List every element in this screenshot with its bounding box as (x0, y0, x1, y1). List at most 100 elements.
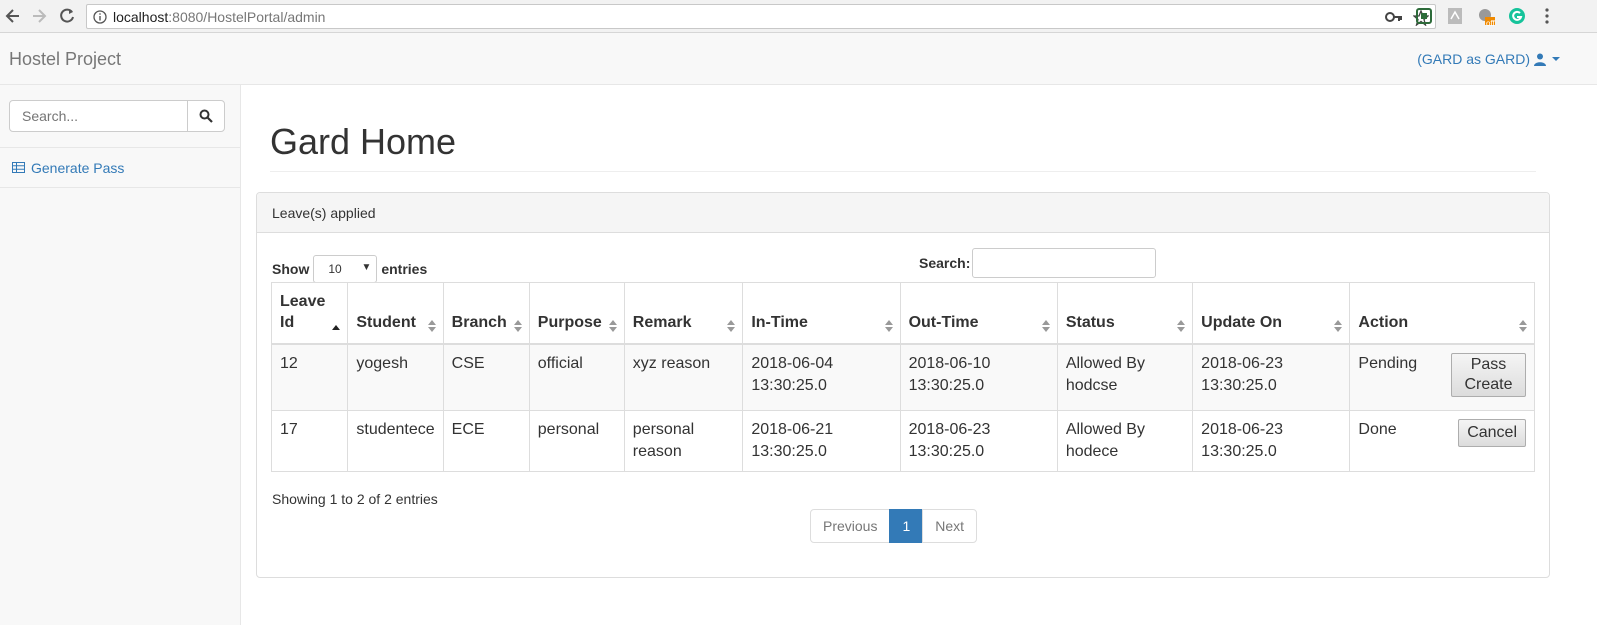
column-header-label: Status (1065, 314, 1115, 331)
browser-menu-icon[interactable] (1538, 7, 1556, 25)
sort-both-icon (1334, 320, 1343, 332)
column-header-label: In-Time (751, 314, 808, 331)
user-dropdown[interactable]: (GARD as GARD) (1417, 51, 1562, 67)
search-icon (199, 109, 213, 123)
page-1-button[interactable]: 1 (889, 509, 924, 543)
table-search-label: Search: (919, 255, 971, 271)
url-text: localhost:8080/HostelPortal/admin (113, 9, 326, 25)
column-header[interactable]: Purpose (528, 282, 625, 345)
back-icon[interactable] (3, 6, 23, 26)
sidebar: Generate Pass (0, 85, 241, 625)
cell-student: studentece (347, 409, 444, 472)
cell-in-time: 2018-06-04 13:30:25.0 (742, 343, 901, 411)
column-header[interactable]: Leave Id (270, 282, 349, 345)
reload-icon[interactable] (57, 6, 77, 26)
column-header-label: Remark (632, 314, 692, 331)
cancel-button[interactable]: Cancel (1458, 418, 1526, 447)
column-header-label: Leave Id (280, 293, 326, 331)
next-page-button[interactable]: Next (922, 509, 978, 543)
cell-out-time: 2018-06-23 13:30:25.0 (899, 409, 1058, 472)
sort-both-icon (1041, 320, 1050, 332)
table-info: Showing 1 to 2 of 2 entries (272, 491, 438, 507)
previous-page-button[interactable]: Previous (810, 509, 891, 543)
info-icon[interactable] (93, 10, 107, 24)
cell-student: yogesh (347, 343, 444, 411)
sort-asc-icon (332, 325, 341, 330)
column-header[interactable]: Update On (1192, 282, 1351, 345)
table-search-input[interactable] (972, 248, 1157, 278)
cell-update-on: 2018-06-23 13:30:25.0 (1192, 343, 1351, 411)
top-navbar: Hostel Project (GARD as GARD) (0, 33, 1597, 85)
column-header[interactable]: Action (1349, 282, 1535, 345)
grammarly-icon[interactable] (1508, 7, 1526, 25)
cell-leave-id: 17 (270, 409, 349, 472)
sort-both-icon (608, 320, 617, 332)
cell-out-time: 2018-06-10 13:30:25.0 (899, 343, 1058, 411)
entries-select-value: 10 (328, 262, 342, 276)
sort-both-icon (727, 320, 736, 332)
cell-purpose: official (528, 343, 625, 411)
cell-leave-id: 12 (270, 343, 349, 411)
table-icon (12, 162, 25, 173)
column-header[interactable]: Branch (442, 282, 530, 345)
sidebar-search (0, 85, 240, 148)
leaves-table: Leave Id Student Branch Purpose Remark I… (270, 282, 1535, 472)
sidebar-search-input[interactable] (9, 100, 188, 132)
action-status: Done (1358, 420, 1397, 438)
sort-both-icon (884, 320, 893, 332)
brand-link[interactable]: Hostel Project (9, 49, 121, 70)
column-header[interactable]: Out-Time (899, 282, 1058, 345)
cell-branch: ECE (442, 409, 530, 472)
length-control: Show 10 ▼ entries (272, 255, 427, 283)
action-status: Pending (1358, 355, 1418, 372)
extension-icon[interactable] (1415, 7, 1433, 25)
cell-action: Pending Pass Create (1349, 343, 1535, 411)
sidebar-item-generate-pass[interactable]: Generate Pass (0, 148, 240, 188)
cell-status: Allowed By hodece (1056, 409, 1194, 472)
show-label: Show (272, 261, 310, 277)
extension-badge: off (1486, 19, 1495, 28)
panel-heading: Leave(s) applied (257, 193, 1549, 233)
column-header[interactable]: Student (347, 282, 444, 345)
entries-select[interactable]: 10 ▼ (313, 255, 378, 283)
sidebar-item-label: Generate Pass (31, 159, 125, 176)
cell-status: Allowed By hodcse (1056, 343, 1194, 411)
key-icon[interactable] (1385, 10, 1403, 24)
pass-create-button[interactable]: Pass Create (1451, 353, 1526, 397)
leaves-panel: Leave(s) applied Show 10 ▼ entries Searc… (256, 192, 1550, 578)
cell-branch: CSE (442, 343, 530, 411)
cell-purpose: personal (528, 409, 625, 472)
pdf-extension-icon[interactable] (1446, 7, 1464, 25)
forward-icon[interactable] (29, 6, 49, 26)
pagination: Previous 1 Next (810, 509, 978, 543)
column-header-label: Branch (451, 314, 507, 331)
column-header-label: Action (1358, 314, 1409, 331)
sidebar-search-button[interactable] (187, 100, 225, 132)
table-row: 17 studentece ECE personal personal reas… (270, 409, 1535, 472)
column-header[interactable]: Remark (623, 282, 744, 345)
sort-both-icon (1519, 320, 1527, 332)
page-title: Gard Home (270, 121, 457, 162)
cell-update-on: 2018-06-23 13:30:25.0 (1192, 409, 1351, 472)
caret-down-icon (1552, 57, 1560, 61)
sort-both-icon (1177, 320, 1186, 332)
column-header[interactable]: In-Time (742, 282, 901, 345)
cell-remark: personal reason (623, 409, 744, 472)
table-row: 12 yogesh CSE official xyz reason 2018-0… (270, 343, 1535, 411)
cell-in-time: 2018-06-21 13:30:25.0 (742, 409, 901, 472)
address-bar[interactable]: localhost:8080/HostelPortal/admin (86, 4, 1436, 29)
cell-action: Done Cancel (1349, 409, 1535, 472)
column-header[interactable]: Status (1056, 282, 1194, 345)
column-header-label: Out-Time (908, 314, 979, 331)
column-header-label: Purpose (537, 314, 602, 331)
sort-both-icon (427, 320, 436, 332)
sort-both-icon (513, 320, 522, 332)
select-caret-icon: ▼ (361, 262, 372, 273)
title-divider (270, 171, 1536, 172)
column-header-label: Update On (1201, 314, 1283, 331)
entries-label: entries (381, 261, 428, 277)
user-label: (GARD as GARD) (1417, 51, 1530, 67)
cell-remark: xyz reason (623, 343, 744, 411)
table-header-row: Leave Id Student Branch Purpose Remark I… (270, 282, 1535, 345)
column-header-label: Student (356, 314, 416, 331)
